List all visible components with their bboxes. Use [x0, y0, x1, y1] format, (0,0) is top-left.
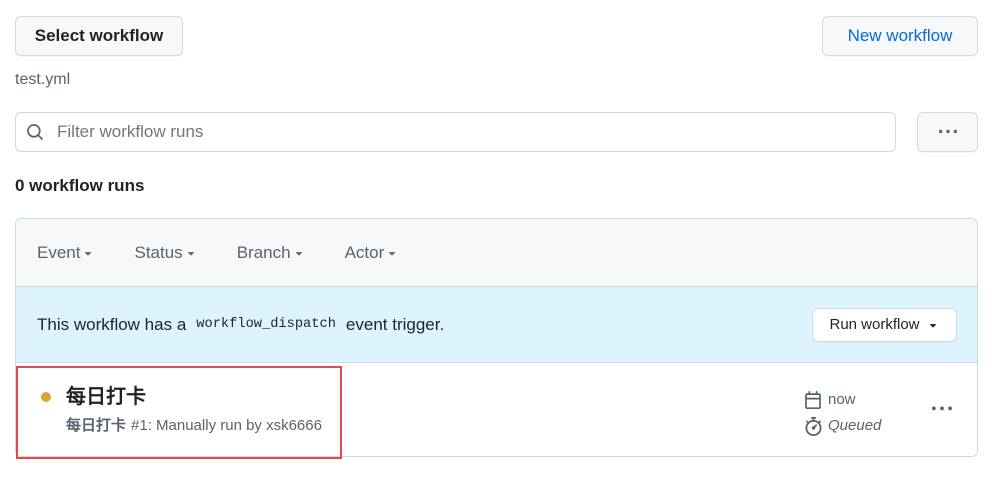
more-options-button[interactable]: [917, 112, 978, 152]
triangle-down-icon: [389, 251, 396, 256]
new-workflow-button[interactable]: New workflow: [822, 16, 978, 56]
filter-branch[interactable]: Branch: [237, 243, 306, 263]
filter-event[interactable]: Event: [37, 243, 95, 263]
filter-label: Status: [134, 242, 183, 262]
run-workflow-button[interactable]: Run workflow: [812, 307, 957, 342]
run-workflow-label: Run workflow: [829, 316, 920, 333]
dispatch-banner: This workflow has a workflow_dispatch ev…: [16, 287, 977, 363]
banner-text-before: This workflow has a: [37, 314, 187, 334]
filter-label: Branch: [236, 242, 291, 262]
search-input[interactable]: [57, 113, 887, 151]
run-subtitle: 每日打卡 #1: Manually run by xsk6666: [66, 416, 322, 436]
filter-label: Actor: [344, 242, 385, 262]
banner-message: This workflow has a workflow_dispatch ev…: [37, 315, 444, 335]
calendar-icon: [805, 391, 821, 409]
filter-status[interactable]: Status: [134, 243, 197, 263]
banner-text-after: event trigger.: [345, 314, 445, 334]
select-workflow-button[interactable]: Select workflow: [15, 16, 183, 56]
workflow-runs-count: 0 workflow runs: [15, 176, 145, 195]
filter-label: Event: [37, 242, 81, 262]
run-detail: #1: Manually run by xsk6666: [131, 417, 322, 434]
stopwatch-icon: [805, 417, 822, 436]
triangle-down-icon: [187, 251, 194, 256]
workflow-run-row: 每日打卡 每日打卡 #1: Manually run by xsk6666 now…: [16, 363, 977, 456]
triangle-down-icon: [929, 323, 936, 328]
run-status: Queued: [828, 417, 882, 434]
run-workflow-name: 每日打卡: [66, 417, 127, 434]
banner-code: workflow_dispatch: [196, 317, 336, 332]
filter-bar: Event Status Branch Actor: [16, 219, 977, 287]
kebab-horizontal-icon: [938, 129, 957, 134]
workflow-file-name: test.yml: [15, 71, 71, 88]
kebab-horizontal-icon[interactable]: [932, 399, 952, 419]
triangle-down-icon: [85, 251, 92, 256]
workflow-runs-box: Event Status Branch Actor This workflow …: [15, 218, 978, 457]
search-icon: [27, 124, 43, 140]
search-box: [15, 112, 896, 152]
filter-actor[interactable]: Actor: [345, 243, 400, 263]
run-time: now: [828, 391, 856, 408]
status-dot-icon: [41, 392, 51, 402]
triangle-down-icon: [295, 251, 302, 256]
run-title-link[interactable]: 每日打卡: [66, 384, 146, 410]
